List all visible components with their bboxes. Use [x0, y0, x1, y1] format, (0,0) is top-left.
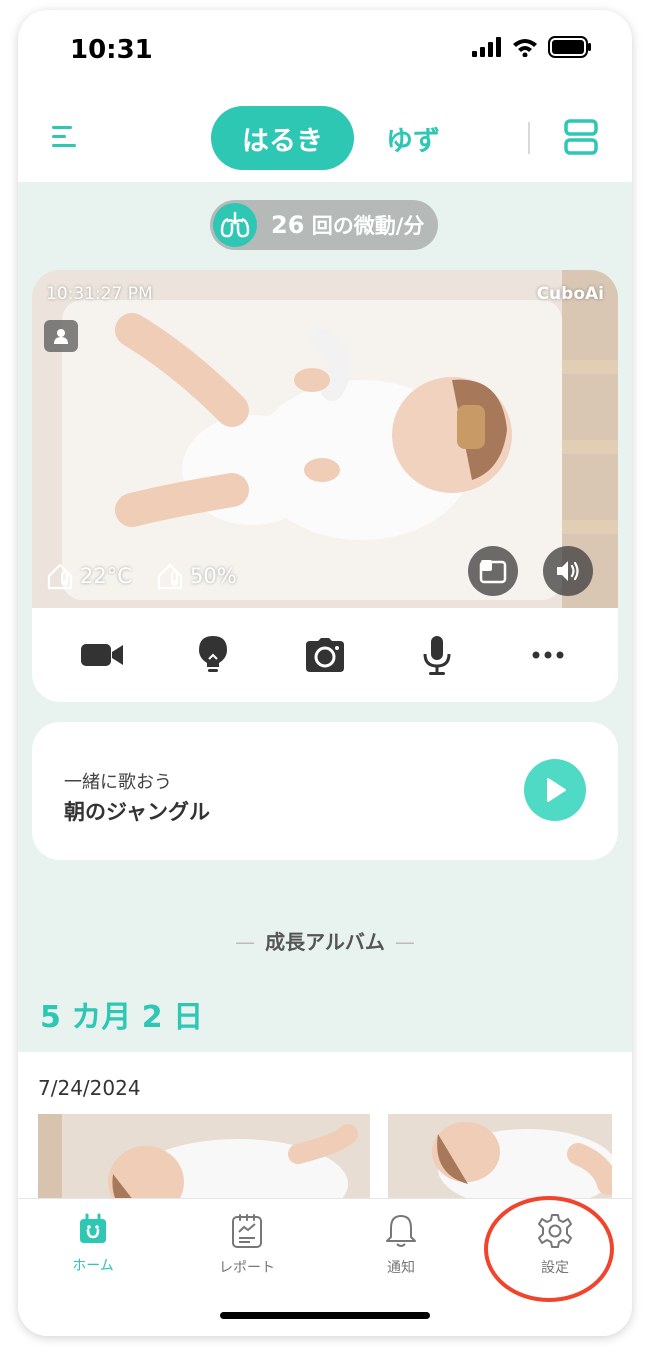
home-thermometer-icon	[47, 563, 73, 590]
picture-in-picture-icon	[479, 560, 507, 584]
phone-screen: 10:31 はるき ゆず 26 回の微動/分 10:31:27 PM CuboA…	[18, 10, 632, 1336]
status-icons	[472, 36, 592, 58]
snapshot-button[interactable]	[295, 625, 355, 685]
header: はるき ゆず	[18, 90, 632, 182]
report-icon	[232, 1214, 262, 1248]
tab-home-label: ホーム	[72, 1258, 114, 1274]
temperature-value: 22°C	[80, 564, 132, 588]
baby-image	[32, 270, 618, 608]
album-heading: — 成長アルバム —	[18, 926, 632, 955]
tab-home[interactable]: ホーム	[38, 1213, 148, 1275]
breathing-indicator[interactable]: 26 回の微動/分	[210, 200, 438, 250]
breathing-unit: 回の微動/分	[311, 214, 425, 238]
status-bar: 10:31	[18, 10, 632, 90]
sound-button[interactable]	[543, 546, 593, 596]
home-humidity-icon	[157, 563, 183, 590]
lungs-icon	[213, 203, 257, 247]
more-icon	[532, 651, 564, 659]
tab-notifications[interactable]: 通知	[346, 1213, 456, 1277]
album-heading-text: 成長アルバム	[265, 930, 385, 954]
play-icon	[547, 778, 566, 802]
camera-toolbar	[32, 608, 618, 702]
camera-feed[interactable]: 10:31:27 PM CuboAi 22°C 50%	[32, 270, 618, 608]
heading-dash-left: —	[235, 930, 256, 954]
song-title: 朝のジャングル	[64, 800, 210, 824]
status-time: 10:31	[70, 35, 153, 65]
night-light-button[interactable]	[183, 625, 243, 685]
settings-highlight-circle	[484, 1196, 614, 1302]
main-content: 26 回の微動/分 10:31:27 PM CuboAi 22°C 50% 一緒…	[18, 182, 632, 1052]
heading-dash-right: —	[394, 930, 415, 954]
breathing-text: 26 回の微動/分	[271, 210, 424, 240]
temperature-readout: 22°C	[46, 562, 132, 590]
album-section: 7/24/2024	[18, 1052, 632, 1212]
home-icon	[80, 1213, 106, 1243]
tab-report-label: レポート	[219, 1260, 275, 1276]
signal-icon	[472, 37, 501, 57]
breathing-count: 26	[271, 211, 305, 239]
speaker-icon	[557, 561, 579, 581]
camera-icon	[305, 638, 344, 672]
humidity-readout: 50%	[156, 562, 237, 590]
baby-age: 5 カ月 2 日	[40, 1000, 204, 1035]
bell-icon	[386, 1215, 416, 1247]
menu-icon[interactable]	[48, 120, 82, 154]
baby-tab-yuzu[interactable]: ゆず	[363, 106, 463, 170]
album-date: 7/24/2024	[38, 1076, 141, 1100]
tab-notifications-label: 通知	[387, 1260, 415, 1276]
battery-icon	[548, 36, 591, 58]
more-options-button[interactable]	[518, 625, 578, 685]
camera-brand-logo: CuboAi	[536, 284, 604, 304]
picture-in-picture-button[interactable]	[468, 546, 518, 596]
tab-report[interactable]: レポート	[192, 1213, 302, 1277]
camera-card: 10:31:27 PM CuboAi 22°C 50%	[32, 270, 618, 702]
person-icon[interactable]	[44, 320, 78, 352]
talk-button[interactable]	[407, 625, 467, 685]
song-subtitle: 一緒に歌おう	[64, 772, 172, 793]
baby-tab-haruki[interactable]: はるき	[211, 106, 354, 170]
wifi-icon	[513, 39, 537, 57]
header-divider	[528, 122, 530, 154]
camera-timestamp: 10:31:27 PM	[46, 284, 153, 304]
home-indicator	[220, 1312, 430, 1319]
microphone-icon	[423, 636, 451, 675]
play-button[interactable]	[524, 759, 586, 821]
song-card[interactable]: 一緒に歌おう 朝のジャングル	[32, 722, 618, 860]
lightbulb-icon	[199, 636, 228, 672]
record-video-button[interactable]	[72, 625, 132, 685]
humidity-value: 50%	[190, 564, 237, 588]
video-camera-icon	[80, 644, 123, 666]
layout-icon[interactable]	[563, 118, 599, 156]
